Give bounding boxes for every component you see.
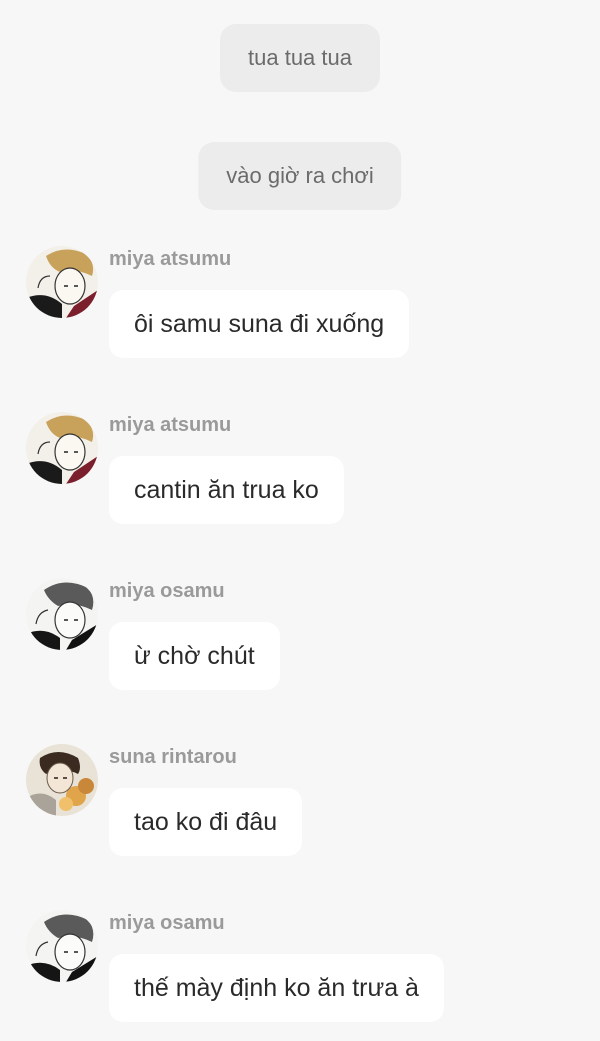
system-message: tua tua tua (220, 24, 380, 92)
sender-name: miya atsumu (109, 248, 232, 270)
message-bubble[interactable]: thế mày định ko ăn trưa à (109, 954, 444, 1022)
sender-name: miya atsumu (109, 414, 232, 436)
sender-name: miya osamu (109, 580, 225, 602)
osamu-avatar-icon[interactable] (26, 910, 98, 982)
suna-avatar-icon[interactable] (26, 744, 98, 816)
sender-name: suna rintarou (109, 746, 237, 768)
atsumu-avatar-icon[interactable] (26, 246, 98, 318)
osamu-avatar-icon[interactable] (26, 578, 98, 650)
message-bubble[interactable]: cantin ăn trua ko (109, 456, 344, 524)
atsumu-avatar-icon[interactable] (26, 412, 98, 484)
system-message: vào giờ ra chơi (198, 142, 402, 210)
message-bubble[interactable]: ôi samu suna đi xuống (109, 290, 410, 358)
sender-name: miya osamu (109, 912, 225, 934)
message-bubble[interactable]: tao ko đi đâu (109, 788, 303, 856)
message-bubble[interactable]: ừ chờ chút (109, 622, 280, 690)
